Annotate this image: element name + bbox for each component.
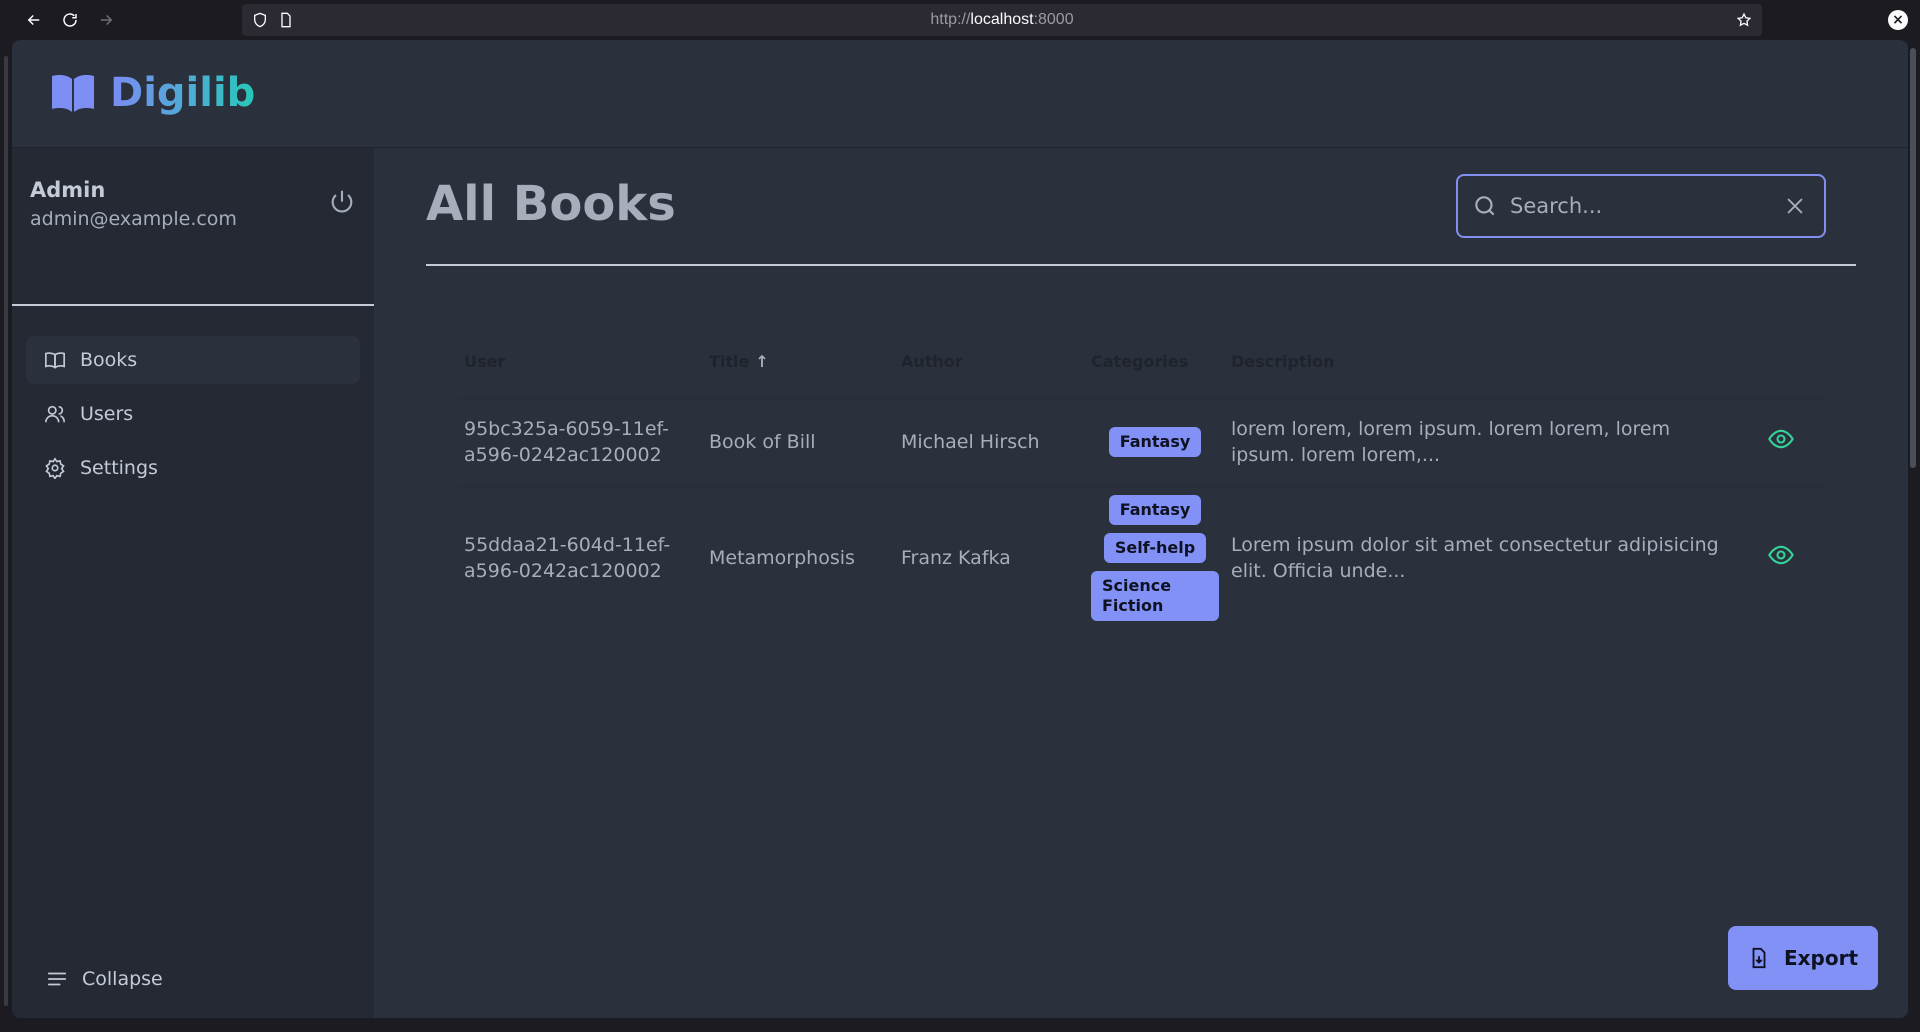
sidebar-item-users[interactable]: Users — [26, 390, 360, 438]
view-eye-icon[interactable] — [1767, 425, 1795, 453]
users-icon — [45, 405, 65, 423]
sidebar-item-label: Users — [80, 403, 134, 425]
page-title: All Books — [426, 176, 676, 232]
cell-description: Lorem ipsum dolor sit amet consectetur a… — [1231, 534, 1719, 583]
menu-lines-icon — [47, 972, 67, 986]
browser-toolbar: http://localhost:8000 × — [0, 0, 1920, 40]
category-badge: Self-help — [1103, 533, 1207, 564]
page-scrollbar[interactable] — [1910, 48, 1916, 468]
sidebar-item-label: Books — [80, 349, 138, 371]
category-badge: Fantasy — [1108, 495, 1202, 526]
user-id-part: 55ddaa21-604d-11ef- — [464, 534, 671, 557]
cell-title: Metamorphosis — [709, 547, 855, 570]
cell-user: 55ddaa21-604d-11ef-a596-0242ac120002 — [458, 486, 703, 630]
close-window-icon[interactable]: × — [1888, 10, 1908, 30]
cell-categories: Fantasy Self-help Science Fiction — [1085, 486, 1225, 630]
file-download-icon — [1752, 947, 1766, 969]
url-host: localhost — [970, 11, 1034, 28]
column-header-title[interactable]: Title ↑ — [703, 326, 895, 398]
url-text[interactable]: http://localhost:8000 — [242, 11, 1762, 29]
back-icon[interactable] — [22, 8, 46, 32]
column-header-actions — [1733, 326, 1828, 398]
category-badge: Science Fiction — [1091, 571, 1219, 622]
user-id-part: a596-0242ac120002 — [464, 560, 662, 583]
collapse-label: Collapse — [82, 968, 163, 990]
table-row[interactable]: 95bc325a-6059-11ef-a596-0242ac120002 Boo… — [458, 398, 1828, 486]
sidebar-item-label: Settings — [80, 457, 158, 479]
cell-actions — [1733, 486, 1828, 630]
sidebar-menu: Books Users Settings — [26, 336, 374, 498]
cell-title: Book of Bill — [709, 431, 816, 453]
logout-power-icon[interactable] — [328, 188, 358, 218]
brand-name: Digilib — [110, 70, 256, 116]
sidebar: Admin admin@example.com Books Users Sett… — [12, 148, 374, 1018]
collapse-button[interactable]: Collapse — [46, 968, 163, 990]
reload-icon[interactable] — [58, 8, 82, 32]
books-table: User Title ↑ Author Categories Descriptio… — [458, 326, 1828, 630]
cell-author: Franz Kafka — [901, 547, 1011, 570]
cell-description: lorem lorem, lorem ipsum. lorem lorem, l… — [1231, 418, 1671, 466]
cell-categories: Fantasy — [1085, 398, 1225, 486]
cell-actions — [1733, 398, 1828, 486]
export-button[interactable]: Export — [1728, 926, 1878, 990]
table-row[interactable]: 55ddaa21-604d-11ef-a596-0242ac120002 Met… — [458, 486, 1828, 630]
url-scheme: http:// — [930, 11, 971, 28]
cell-author: Michael Hirsch — [901, 431, 1040, 453]
column-header-user[interactable]: User — [458, 326, 703, 398]
clear-search-icon[interactable] — [1784, 195, 1806, 217]
sort-ascending-icon: ↑ — [755, 352, 769, 372]
bookmark-star-icon[interactable] — [1736, 12, 1752, 28]
search-box[interactable] — [1456, 174, 1826, 238]
title-divider — [426, 264, 1856, 266]
column-header-categories[interactable]: Categories — [1085, 326, 1225, 398]
cell-user: 95bc325a-6059-11ef-a596-0242ac120002 — [458, 398, 703, 486]
column-header-author[interactable]: Author — [895, 326, 1085, 398]
view-eye-icon[interactable] — [1767, 541, 1795, 569]
address-bar[interactable]: http://localhost:8000 — [242, 4, 1762, 36]
export-label: Export — [1783, 946, 1859, 970]
app-window: Digilib Admin admin@example.com Books Us… — [12, 40, 1908, 1018]
search-icon — [1475, 196, 1495, 216]
sidebar-divider — [12, 304, 374, 306]
gear-icon — [45, 457, 65, 479]
table-header-row: User Title ↑ Author Categories Descriptio… — [458, 326, 1828, 398]
user-name: Admin — [30, 178, 106, 202]
window-edge — [0, 40, 12, 1032]
book-open-icon — [45, 352, 65, 369]
main-content: All Books User Title↑ Author Categories … — [374, 148, 1908, 1018]
user-email: admin@example.com — [30, 208, 237, 230]
column-header-title-label: Title — [709, 352, 750, 372]
app-header: Digilib — [12, 40, 1908, 148]
book-logo-icon — [52, 75, 94, 112]
forward-icon[interactable] — [94, 8, 118, 32]
sidebar-item-books[interactable]: Books — [26, 336, 360, 384]
sidebar-item-settings[interactable]: Settings — [26, 444, 360, 492]
category-badge: Fantasy — [1108, 427, 1202, 457]
logo[interactable]: Digilib — [50, 70, 255, 116]
user-id-part: a596-0242ac120002 — [464, 444, 662, 466]
user-info: Admin admin@example.com — [30, 178, 237, 230]
column-header-description[interactable]: Description — [1225, 326, 1733, 398]
search-input[interactable] — [1510, 194, 1770, 218]
url-port: :8000 — [1033, 11, 1074, 28]
user-id-part: 95bc325a-6059-11ef- — [464, 418, 670, 440]
